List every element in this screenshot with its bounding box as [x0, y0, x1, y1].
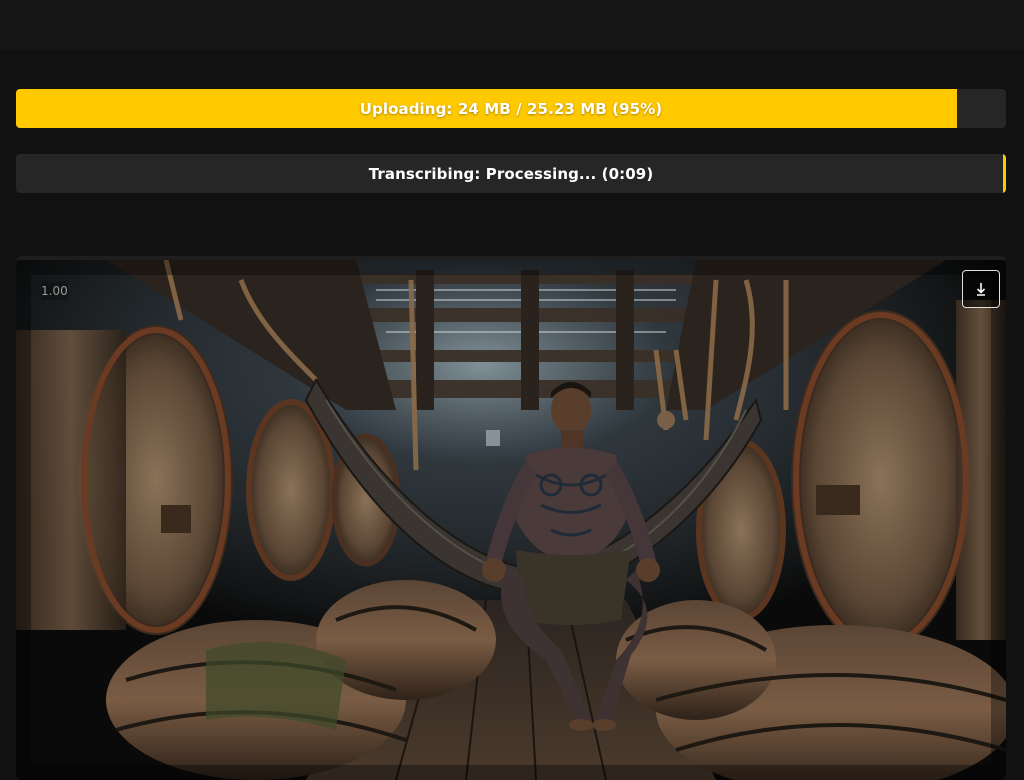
transcribe-progress-bar: Transcribing: Processing... (0:09): [16, 154, 1006, 193]
upload-progress-bar: Uploading: 24 MB / 25.23 MB (95%): [16, 89, 1006, 128]
download-button[interactable]: [962, 270, 1000, 308]
download-icon: [976, 283, 986, 296]
transcribe-progress-label: Transcribing: Processing... (0:09): [368, 164, 654, 183]
top-bar: [0, 0, 1024, 50]
image-viewer: 1.00: [16, 256, 1006, 780]
upload-progress-label: Uploading: 24 MB / 25.23 MB (95%): [359, 99, 663, 118]
zoom-level-label: 1.00: [41, 282, 68, 300]
ship-hold-image: [16, 260, 1006, 780]
